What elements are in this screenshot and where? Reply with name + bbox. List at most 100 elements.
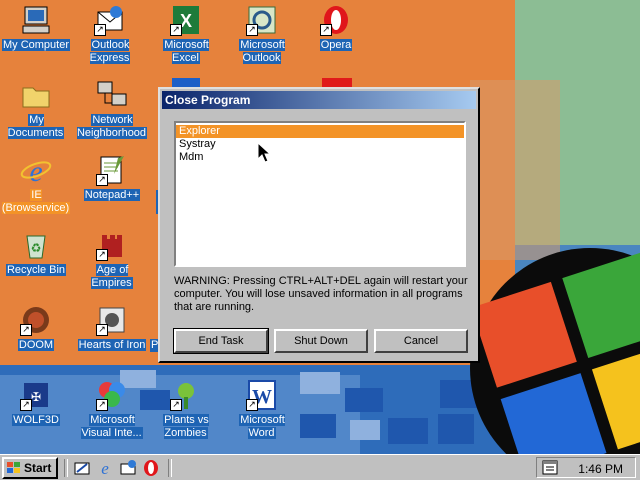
shortcut-arrow-icon: ↗ bbox=[94, 24, 106, 36]
icon-label: Microsoft Outlook bbox=[239, 39, 285, 64]
icon-label: Notepad++ bbox=[83, 189, 141, 201]
dialog-title: Close Program bbox=[165, 93, 251, 107]
notepad-icon: ↗ bbox=[96, 154, 128, 186]
icon-label: Network Neighborhood bbox=[76, 114, 148, 139]
shortcut-arrow-icon: ↗ bbox=[320, 24, 332, 36]
start-label: Start bbox=[24, 461, 52, 475]
wolf3d-icon: ✠ ↗ bbox=[20, 379, 52, 411]
age-of-empires-icon: ↗ bbox=[96, 229, 128, 261]
excel-icon: X ↗ bbox=[170, 4, 202, 36]
shortcut-arrow-icon: ↗ bbox=[170, 24, 182, 36]
wallpaper-peach bbox=[470, 80, 560, 260]
svg-text:e: e bbox=[101, 459, 109, 477]
system-tray: 1:46 PM bbox=[536, 457, 636, 478]
icon-label: Microsoft Excel bbox=[163, 39, 209, 64]
icon-label: Opera bbox=[319, 39, 353, 51]
shortcut-arrow-icon: ↗ bbox=[96, 249, 108, 261]
opera-icon[interactable] bbox=[142, 459, 160, 477]
shortcut-arrow-icon: ↗ bbox=[96, 399, 108, 411]
desktop-icon-visual-interdev[interactable]: ↗ Microsoft Visual Inte... bbox=[76, 379, 148, 440]
folder-icon bbox=[20, 79, 52, 111]
ie-icon: e bbox=[20, 154, 52, 188]
network-icon bbox=[96, 79, 128, 111]
logo-blue-pane bbox=[500, 373, 607, 454]
desktop-icon-ie-browservice[interactable]: e IE (Browservice) bbox=[0, 154, 72, 215]
shortcut-arrow-icon: ↗ bbox=[20, 399, 32, 411]
icon-label: My Computer bbox=[1, 39, 71, 51]
wallpaper-block bbox=[300, 414, 336, 438]
icon-label: Age of Empires bbox=[91, 264, 133, 289]
desktop-icon-doom[interactable]: ↗ DOOM bbox=[0, 304, 72, 352]
shortcut-arrow-icon: ↗ bbox=[246, 399, 258, 411]
clock[interactable]: 1:46 PM bbox=[578, 462, 623, 476]
wallpaper-block bbox=[345, 388, 383, 412]
wallpaper-block bbox=[438, 414, 474, 444]
task-scheduler-icon[interactable] bbox=[541, 459, 559, 477]
start-button[interactable]: Start bbox=[2, 457, 58, 479]
svg-text:♻: ♻ bbox=[31, 241, 42, 255]
opera-icon: ↗ bbox=[320, 4, 352, 36]
desktop-icon-opera[interactable]: ↗ Opera bbox=[300, 4, 372, 52]
ie-icon[interactable]: e bbox=[96, 459, 114, 478]
desktop-icon-outlook[interactable]: ↗ Microsoft Outlook bbox=[226, 4, 298, 65]
shortcut-arrow-icon: ↗ bbox=[96, 324, 108, 336]
taskbar-separator bbox=[64, 459, 68, 477]
icon-label: DOOM bbox=[17, 339, 55, 351]
plants-vs-zombies-icon: ↗ bbox=[170, 379, 202, 411]
icon-label: WOLF3D bbox=[12, 414, 60, 426]
outlook-icon: ↗ bbox=[246, 4, 278, 36]
program-list-item[interactable]: Systray bbox=[176, 138, 464, 151]
mouse-pointer-icon bbox=[257, 142, 271, 163]
hearts-of-iron-icon: ↗ bbox=[96, 304, 128, 336]
shortcut-arrow-icon: ↗ bbox=[246, 24, 258, 36]
program-list[interactable]: Explorer Systray Mdm bbox=[174, 121, 466, 267]
program-list-item[interactable]: Explorer bbox=[176, 125, 464, 138]
wallpaper-block bbox=[350, 420, 380, 440]
desktop-icon-notepadpp[interactable]: ↗ Notepad++ bbox=[76, 154, 148, 202]
outlook-express-icon[interactable] bbox=[119, 459, 137, 477]
desktop-icon-my-computer[interactable]: My Computer bbox=[0, 4, 72, 52]
desktop-icon-plants-vs-zombies[interactable]: ↗ Plants vs Zombies bbox=[150, 379, 222, 440]
icon-label: Microsoft Visual Inte... bbox=[81, 414, 143, 439]
desktop-icon-hearts-of-iron[interactable]: ↗ Hearts of Iron bbox=[76, 304, 148, 352]
end-task-button[interactable]: End Task bbox=[173, 328, 269, 354]
doom-icon: ↗ bbox=[20, 304, 52, 336]
taskbar-separator bbox=[168, 459, 172, 477]
icon-label: My Documents bbox=[7, 114, 65, 139]
taskbar: Start e 1:46 PM bbox=[0, 454, 640, 480]
dialog-title-bar[interactable]: Close Program bbox=[162, 91, 476, 109]
icon-label: Hearts of Iron bbox=[77, 339, 147, 351]
desktop-icon-outlook-express[interactable]: ↗ Outlook Express bbox=[74, 4, 146, 65]
icon-label: IE (Browservice) bbox=[1, 189, 71, 214]
svg-text:e: e bbox=[29, 155, 42, 186]
recycle-bin-icon: ♻ bbox=[20, 229, 52, 261]
show-desktop-icon[interactable] bbox=[73, 459, 91, 477]
computer-icon bbox=[20, 4, 52, 36]
program-list-item[interactable]: Mdm bbox=[176, 151, 464, 164]
word-icon: W ↗ bbox=[246, 379, 278, 411]
outlook-express-icon: ↗ bbox=[94, 4, 126, 36]
icon-label: Recycle Bin bbox=[5, 264, 67, 276]
icon-label: Microsoft Word bbox=[239, 414, 285, 439]
visual-interdev-icon: ↗ bbox=[96, 379, 128, 411]
desktop-icon-word[interactable]: W ↗ Microsoft Word bbox=[226, 379, 298, 440]
wallpaper-block bbox=[300, 372, 340, 394]
shortcut-arrow-icon: ↗ bbox=[96, 174, 108, 186]
shut-down-button[interactable]: Shut Down bbox=[274, 329, 368, 353]
close-program-dialog[interactable]: Close Program Explorer Systray Mdm WARNI… bbox=[158, 87, 480, 363]
shortcut-arrow-icon: ↗ bbox=[20, 324, 32, 336]
desktop-icon-network-neighborhood[interactable]: Network Neighborhood bbox=[76, 79, 148, 140]
wallpaper-block bbox=[388, 418, 428, 444]
desktop-icon-excel[interactable]: X ↗ Microsoft Excel bbox=[150, 4, 222, 65]
desktop-icon-age-of-empires[interactable]: ↗ Age of Empires bbox=[76, 229, 148, 290]
icon-label: Outlook Express bbox=[89, 39, 131, 64]
cancel-button[interactable]: Cancel bbox=[374, 329, 468, 353]
icon-label: Plants vs Zombies bbox=[163, 414, 209, 439]
warning-text: WARNING: Pressing CTRL+ALT+DEL again wil… bbox=[174, 275, 468, 313]
desktop-icon-recycle-bin[interactable]: ♻ Recycle Bin bbox=[0, 229, 72, 277]
windows-flag-icon bbox=[7, 462, 20, 473]
svg-text:✠: ✠ bbox=[31, 390, 41, 404]
desktop-icon-my-documents[interactable]: My Documents bbox=[0, 79, 72, 140]
shortcut-arrow-icon: ↗ bbox=[170, 399, 182, 411]
desktop-icon-wolf3d[interactable]: ✠ ↗ WOLF3D bbox=[0, 379, 72, 427]
